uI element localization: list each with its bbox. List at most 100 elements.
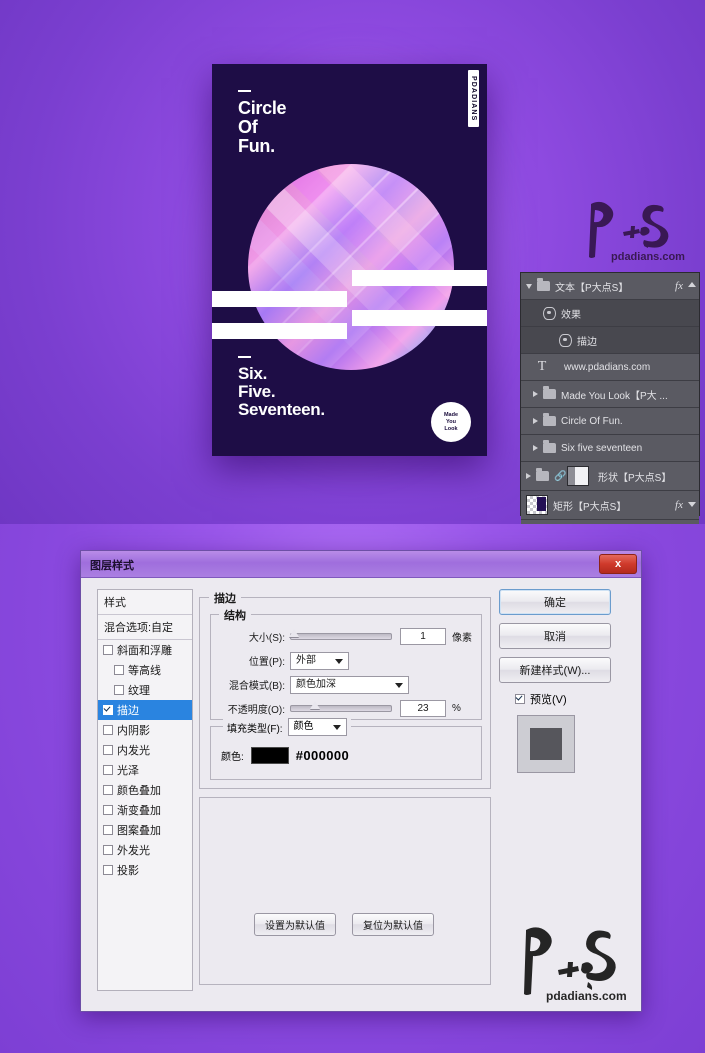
style-item-label: 渐变叠加 <box>117 805 161 817</box>
blending-options-item[interactable]: 混合选项:自定 <box>98 615 192 640</box>
checkbox-icon[interactable] <box>103 745 113 755</box>
reset-to-default-button[interactable]: 复位为默认值 <box>352 913 434 936</box>
layer-row[interactable]: Six five seventeen <box>521 435 699 462</box>
dialog-titlebar[interactable]: 图层样式 x <box>81 551 641 578</box>
chevron-right-icon[interactable] <box>533 391 538 397</box>
blend-mode-select[interactable]: 颜色加深 <box>290 675 409 694</box>
layer-row[interactable]: Made You Look【P大 ... <box>521 381 699 408</box>
size-slider[interactable] <box>289 629 392 640</box>
size-slider-thumb[interactable] <box>289 629 299 637</box>
position-select[interactable]: 外部 <box>290 651 349 670</box>
cancel-button[interactable]: 取消 <box>499 623 611 649</box>
scroll-down-icon[interactable] <box>688 502 696 507</box>
style-item-drop-shadow[interactable]: 投影 <box>98 860 192 880</box>
layer-row[interactable]: 矩形【P大点S】 fx <box>521 491 699 520</box>
chevron-down-icon[interactable] <box>332 725 341 730</box>
preview-label: 预览(V) <box>530 694 567 706</box>
checkbox-icon[interactable] <box>114 685 124 695</box>
layer-name: 描边 <box>577 336 597 348</box>
link-icon[interactable]: 🔗 <box>554 471 566 482</box>
scroll-up-icon[interactable] <box>688 282 696 287</box>
style-item-inner-glow[interactable]: 内发光 <box>98 740 192 760</box>
watermark-ps-logo-bottom: pdadians.com <box>516 922 638 1008</box>
checkbox-icon[interactable] <box>103 805 113 815</box>
checkbox-icon[interactable] <box>103 785 113 795</box>
poster-white-bar-3 <box>352 270 487 286</box>
eye-icon[interactable] <box>559 333 572 347</box>
layer-row[interactable]: 文本【P大点S】 fx <box>521 273 699 300</box>
size-input[interactable]: 1 <box>400 628 446 645</box>
style-item-color-overlay[interactable]: 颜色叠加 <box>98 780 192 800</box>
style-item-outer-glow[interactable]: 外发光 <box>98 840 192 860</box>
style-item-gradient-overlay[interactable]: 渐变叠加 <box>98 800 192 820</box>
style-item-inner-shadow[interactable]: 内阴影 <box>98 720 192 740</box>
ok-button[interactable]: 确定 <box>499 589 611 615</box>
chevron-down-icon[interactable] <box>335 658 343 664</box>
folder-icon <box>537 278 550 291</box>
layer-row[interactable]: 效果 <box>521 300 699 327</box>
layer-name: 效果 <box>561 309 581 321</box>
eye-icon[interactable] <box>543 306 556 320</box>
chevron-right-icon[interactable] <box>526 473 531 479</box>
size-row: 大小(S): 1 像素 <box>211 627 481 646</box>
checkbox-icon[interactable] <box>103 865 113 875</box>
style-item-label: 外发光 <box>117 845 150 857</box>
checkbox-icon[interactable] <box>103 725 113 735</box>
poster-heading: Circle Of Fun. <box>238 90 287 156</box>
badge-line-3: Look <box>444 425 458 432</box>
color-swatch[interactable] <box>250 747 289 764</box>
fx-icon[interactable]: fx <box>675 499 683 511</box>
layer-thumbnail[interactable] <box>567 466 589 486</box>
checkbox-icon[interactable] <box>103 765 113 775</box>
folder-icon <box>543 413 556 426</box>
layer-name: Circle Of Fun. <box>561 415 623 427</box>
poster-heading-line-1: Circle <box>238 98 287 118</box>
checkbox-icon[interactable] <box>515 694 525 704</box>
dialog-right-pane: 确定 取消 新建样式(W)... 预览(V) <box>499 589 627 773</box>
opacity-input[interactable]: 23 <box>400 700 446 717</box>
preview-row[interactable]: 预览(V) <box>515 691 627 707</box>
chevron-right-icon[interactable] <box>533 445 538 451</box>
badge-line-2: You <box>446 418 456 425</box>
opacity-slider[interactable] <box>290 701 392 712</box>
layers-panel[interactable]: 文本【P大点S】 fx 效果 描边 T www.pdadians.com Mad… <box>520 272 700 524</box>
layer-row[interactable]: 描边 <box>521 327 699 354</box>
poster-dash-top <box>238 90 251 92</box>
close-icon[interactable]: x <box>599 554 637 574</box>
layer-row[interactable]: Circle Of Fun. <box>521 408 699 435</box>
style-item-bevel-emboss[interactable]: 斜面和浮雕 <box>98 640 192 660</box>
styles-list[interactable]: 样式 混合选项:自定 斜面和浮雕 等高线 纹理 描边 内阴影 内发光 光泽 颜色… <box>97 589 193 991</box>
opacity-label: 不透明度(O): <box>227 705 285 716</box>
checkbox-icon[interactable] <box>103 845 113 855</box>
layer-row[interactable]: 🔗 形状【P大点S】 <box>521 462 699 491</box>
fx-icon[interactable]: fx <box>675 280 683 292</box>
style-item-stroke[interactable]: 描边 <box>98 700 192 720</box>
layer-name: 矩形【P大点S】 <box>553 501 627 513</box>
style-item-texture[interactable]: 纹理 <box>98 680 192 700</box>
chevron-down-icon[interactable] <box>395 682 403 688</box>
new-style-button[interactable]: 新建样式(W)... <box>499 657 611 683</box>
style-item-satin[interactable]: 光泽 <box>98 760 192 780</box>
poster-subheading-line-3: Seventeen. <box>238 400 325 419</box>
layer-row[interactable]: T www.pdadians.com <box>521 354 699 381</box>
style-item-label: 纹理 <box>128 685 150 697</box>
fill-type-select[interactable]: 颜色 <box>287 718 347 736</box>
chevron-right-icon[interactable] <box>533 418 538 424</box>
style-item-pattern-overlay[interactable]: 图案叠加 <box>98 820 192 840</box>
styles-list-header[interactable]: 样式 <box>98 590 192 615</box>
set-as-default-button[interactable]: 设置为默认值 <box>254 913 336 936</box>
layer-thumbnail[interactable] <box>526 495 548 515</box>
style-item-label: 等高线 <box>128 665 161 677</box>
checkbox-icon[interactable] <box>103 825 113 835</box>
poster-subheading: Six. Five. Seventeen. <box>238 356 325 419</box>
text-layer-icon: T <box>537 359 547 374</box>
opacity-slider-thumb[interactable] <box>310 701 320 709</box>
checkbox-icon[interactable] <box>103 645 113 655</box>
checkbox-icon[interactable] <box>114 665 124 675</box>
checkbox-icon[interactable] <box>103 705 113 715</box>
default-buttons-row: 设置为默认值 复位为默认值 <box>199 913 489 936</box>
poster-artwork[interactable]: PDADIANS Circle Of Fun. Six. Five. Seven… <box>212 64 487 456</box>
chevron-down-icon[interactable] <box>526 283 532 289</box>
poster-white-bar-4 <box>352 310 487 326</box>
style-item-contour[interactable]: 等高线 <box>98 660 192 680</box>
